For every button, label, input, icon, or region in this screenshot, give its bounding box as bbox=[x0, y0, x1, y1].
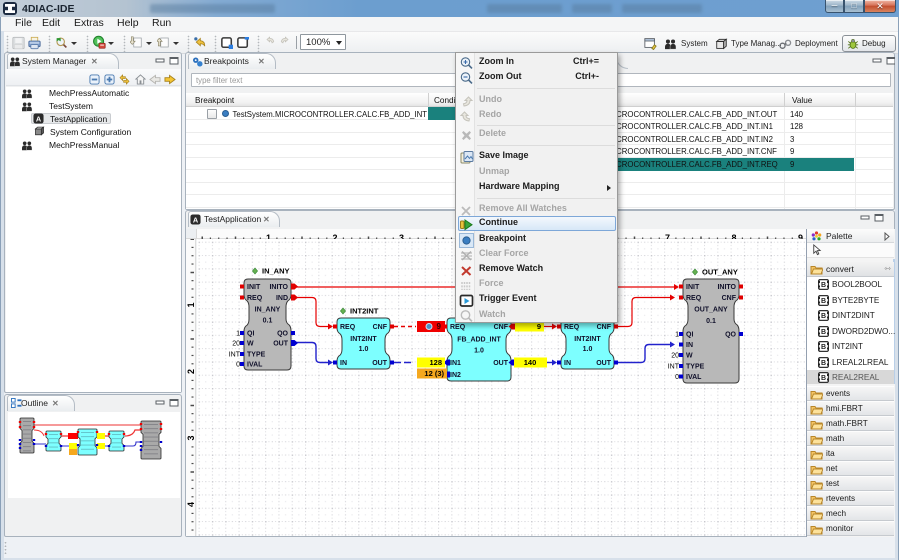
svg-text:IN: IN bbox=[686, 342, 693, 349]
svg-text:A: A bbox=[193, 215, 199, 224]
svg-text:CNF: CNF bbox=[373, 324, 388, 331]
svg-text:B: B bbox=[821, 360, 826, 367]
svg-text:9: 9 bbox=[437, 322, 442, 331]
svg-text:IN_ANY: IN_ANY bbox=[255, 307, 281, 314]
svg-text:REQ: REQ bbox=[340, 324, 356, 331]
svg-text:INIT: INIT bbox=[686, 284, 700, 291]
svg-text:128: 128 bbox=[429, 358, 442, 367]
svg-text:2: 2 bbox=[186, 369, 196, 374]
svg-text:1: 1 bbox=[186, 302, 196, 307]
svg-text:QI: QI bbox=[247, 331, 254, 338]
svg-text:QI: QI bbox=[686, 332, 693, 339]
svg-text:140: 140 bbox=[524, 358, 537, 367]
svg-text:1.0: 1.0 bbox=[474, 348, 484, 355]
svg-text:IN_ANY: IN_ANY bbox=[262, 267, 290, 276]
svg-text:INT2INT: INT2INT bbox=[574, 336, 601, 343]
svg-text:B: B bbox=[821, 344, 826, 351]
svg-text:OUT: OUT bbox=[493, 360, 509, 367]
svg-text:OUT_ANY: OUT_ANY bbox=[702, 268, 738, 277]
svg-text:1.0: 1.0 bbox=[583, 346, 593, 353]
svg-text:INT2INT: INT2INT bbox=[350, 307, 379, 316]
svg-text:0: 0 bbox=[236, 362, 240, 369]
svg-text:B: B bbox=[821, 313, 826, 320]
svg-text:3: 3 bbox=[186, 435, 196, 440]
svg-text:INITO: INITO bbox=[269, 284, 288, 291]
svg-text:TYPE: TYPE bbox=[247, 352, 266, 359]
svg-text:IND: IND bbox=[276, 295, 288, 302]
svg-text:REQ: REQ bbox=[247, 295, 263, 302]
svg-text:20: 20 bbox=[671, 353, 679, 360]
svg-text:0: 0 bbox=[675, 374, 679, 381]
svg-text:INT2INT: INT2INT bbox=[350, 336, 377, 343]
svg-text:OUT_ANY: OUT_ANY bbox=[694, 307, 728, 314]
svg-text:OUT: OUT bbox=[596, 360, 612, 367]
svg-text:20: 20 bbox=[232, 341, 240, 348]
svg-text:12 (3): 12 (3) bbox=[424, 369, 444, 378]
svg-text:FB_ADD_INT: FB_ADD_INT bbox=[457, 337, 501, 344]
svg-text:A: A bbox=[36, 114, 42, 123]
svg-text:0.1: 0.1 bbox=[706, 318, 716, 325]
svg-text:W: W bbox=[686, 353, 693, 360]
svg-text:TYPE: TYPE bbox=[686, 364, 705, 371]
svg-text:IVAL: IVAL bbox=[247, 362, 263, 369]
svg-text:OUT: OUT bbox=[273, 341, 289, 348]
svg-text:IN2: IN2 bbox=[450, 372, 461, 379]
svg-text:4: 4 bbox=[186, 502, 196, 507]
svg-text:B: B bbox=[821, 375, 826, 382]
svg-text:QO: QO bbox=[725, 332, 736, 339]
svg-text:B: B bbox=[821, 298, 826, 305]
svg-text:CNF: CNF bbox=[597, 324, 612, 331]
svg-text:0.1: 0.1 bbox=[263, 318, 273, 325]
svg-text:1.0: 1.0 bbox=[359, 346, 369, 353]
svg-text:QO: QO bbox=[277, 331, 288, 338]
svg-text:CNF: CNF bbox=[494, 324, 509, 331]
svg-text:INIT: INIT bbox=[247, 284, 261, 291]
svg-text:IVAL: IVAL bbox=[686, 374, 702, 381]
svg-text:1: 1 bbox=[236, 331, 240, 338]
svg-text:REQ: REQ bbox=[564, 324, 580, 331]
svg-text:INT: INT bbox=[668, 364, 680, 371]
svg-text:B: B bbox=[821, 282, 826, 289]
svg-text:INITO: INITO bbox=[717, 284, 736, 291]
svg-text:REQ: REQ bbox=[686, 295, 702, 302]
svg-text:IN: IN bbox=[340, 360, 347, 367]
svg-text:CNF: CNF bbox=[722, 295, 737, 302]
svg-text:W: W bbox=[247, 341, 254, 348]
svg-text:IN: IN bbox=[564, 360, 571, 367]
svg-text:B: B bbox=[821, 329, 826, 336]
svg-text:OUT: OUT bbox=[372, 360, 388, 367]
svg-text:INT: INT bbox=[229, 352, 241, 359]
svg-text:1: 1 bbox=[675, 332, 679, 339]
svg-text:IN1: IN1 bbox=[450, 360, 461, 367]
svg-text:REQ: REQ bbox=[450, 324, 466, 331]
